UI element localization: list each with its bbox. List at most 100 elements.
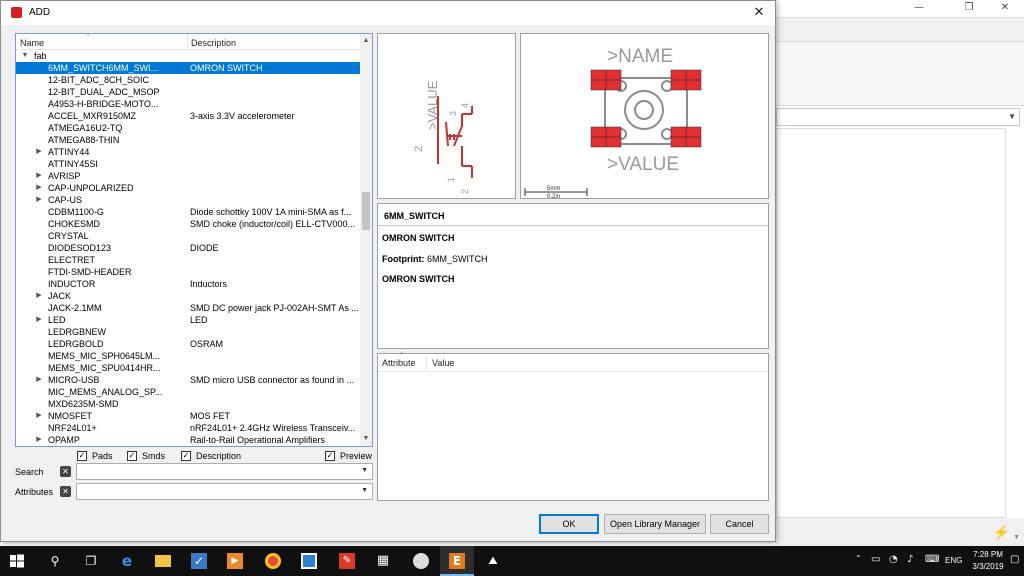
tree-row[interactable]: ▶ ATTINY44 [16, 146, 361, 158]
tree-row[interactable]: LEDRGBNEW [16, 326, 361, 338]
clear-search-icon[interactable]: ✕ [60, 466, 71, 477]
taskbar-calculator[interactable]: ▦ [366, 546, 400, 576]
scroll-down-icon[interactable]: ▼ [360, 432, 372, 446]
window-close-button[interactable]: ✕ [990, 0, 1020, 16]
clear-attributes-icon[interactable]: ✕ [60, 486, 71, 497]
tree-row[interactable]: ▶ LED LED [16, 314, 361, 326]
start-button[interactable] [0, 546, 34, 576]
dialog-titlebar[interactable]: ADD ✕ [1, 1, 775, 25]
column-header-attribute[interactable]: Attribute [382, 358, 416, 368]
tree-row[interactable]: MEMS_MIC_SPH0645LM... [16, 350, 361, 362]
tree-row[interactable]: JACK-2.1MM SMD DC power jack PJ-002AH-SMT… [16, 302, 361, 314]
background-layer-combo[interactable]: ▼ [776, 108, 1020, 126]
scroll-up-icon[interactable]: ▲ [360, 34, 372, 48]
row-name: CRYSTAL [48, 231, 89, 241]
checkmark-icon[interactable]: ✓ [127, 451, 137, 461]
taskbar-media-player[interactable]: ▶ [218, 546, 252, 576]
chevron-down-icon[interactable]: ▼ [1013, 534, 1020, 541]
keyboard-icon[interactable]: ⌨ [925, 554, 939, 565]
volume-icon[interactable]: ♪ [907, 554, 913, 565]
tree-row[interactable]: ATMEGA16U2-TQ [16, 122, 361, 134]
task-view-button[interactable]: ❐ [74, 546, 108, 576]
taskbar-search-button[interactable]: ⚲ [38, 546, 72, 576]
collapsed-arrow-icon[interactable]: ▶ [34, 182, 44, 194]
column-divider[interactable] [187, 35, 188, 48]
tree-row[interactable]: ▶ AVRISP [16, 170, 361, 182]
tree-row[interactable]: ELECTRET [16, 254, 361, 266]
row-name: ATMEGA16U2-TQ [48, 123, 123, 133]
notifications-icon[interactable]: ▢ [1010, 554, 1019, 565]
tree-row[interactable]: CHOKESMD SMD choke (inductor/coil) ELL-CT… [16, 218, 361, 230]
taskbar-app-mouse[interactable] [404, 546, 438, 576]
tree-row[interactable]: ▶ CAP-UNPOLARIZED [16, 182, 361, 194]
tree-row[interactable]: A4953-H-BRIDGE-MOTO... [16, 98, 361, 110]
column-header-description[interactable]: Description [191, 38, 236, 48]
wifi-icon[interactable]: ◔ [889, 554, 898, 565]
show-hidden-icons[interactable]: ⌃ [855, 554, 862, 563]
tree-scrollbar[interactable]: ▲ ▼ [360, 34, 372, 446]
checkmark-icon[interactable]: ✓ [77, 451, 87, 461]
library-tree[interactable]: Name ^ Description ▼ fab 6MM_SWITCH6MM_SWI… [15, 33, 373, 447]
collapsed-arrow-icon[interactable]: ▶ [34, 314, 44, 326]
open-library-manager-button[interactable]: Open Library Manager [604, 514, 706, 534]
scrollbar-thumb[interactable] [362, 192, 370, 230]
taskbar-app-frame[interactable] [292, 546, 326, 576]
lightning-icon[interactable]: ⚡ [993, 524, 1010, 541]
chevron-down-icon[interactable]: ▼ [361, 467, 368, 474]
taskbar-edge[interactable]: e [110, 546, 144, 576]
maximize-button[interactable]: ❐ [954, 0, 984, 16]
tree-row[interactable]: 6MM_SWITCH6MM_SWI... OMRON SWITCH [16, 62, 361, 74]
tree-row[interactable]: DIODESOD123 DIODE [16, 242, 361, 254]
collapsed-arrow-icon[interactable]: ▶ [34, 170, 44, 182]
tree-row[interactable]: ▶ JACK [16, 290, 361, 302]
taskbar-file-explorer[interactable] [146, 546, 180, 576]
minimize-button[interactable]: — [904, 0, 934, 16]
dialog-close-button[interactable]: ✕ [749, 3, 769, 23]
tree-row[interactable]: NRF24L01+ nRF24L01+ 2.4GHz Wireless Trans… [16, 422, 361, 434]
tree-row[interactable]: INDUCTOR Inductors [16, 278, 361, 290]
input-language[interactable]: ENG [945, 556, 962, 565]
tree-row[interactable]: ▶ CAP-US [16, 194, 361, 206]
checkmark-icon[interactable]: ✓ [325, 451, 335, 461]
attributes-input[interactable]: ▼ [76, 483, 373, 500]
column-divider[interactable] [426, 357, 427, 370]
tree-row[interactable]: ▶ OPAMP Rail-to-Rail Operational Amplifier… [16, 434, 361, 446]
taskbar-pdf-app[interactable]: ✎ [330, 546, 364, 576]
cancel-button[interactable]: Cancel [710, 514, 769, 534]
taskbar-app-check[interactable]: ✓ [182, 546, 216, 576]
collapsed-arrow-icon[interactable]: ▶ [34, 374, 44, 386]
battery-icon[interactable]: ▭ [871, 554, 880, 565]
chevron-down-icon[interactable]: ▼ [361, 487, 368, 494]
tree-row[interactable]: MEMS_MIC_SPU0414HR... [16, 362, 361, 374]
collapsed-arrow-icon[interactable]: ▶ [34, 434, 44, 446]
background-canvas[interactable] [776, 128, 1006, 518]
tree-row[interactable]: ATMEGA88-THIN [16, 134, 361, 146]
collapsed-arrow-icon[interactable]: ▶ [34, 146, 44, 158]
tree-row[interactable]: LEDRGBOLD OSRAM [16, 338, 361, 350]
tree-row[interactable]: ACCEL_MXR9150MZ 3-axis 3.3V accelerometer [16, 110, 361, 122]
column-header-name[interactable]: Name [20, 38, 44, 48]
tree-row[interactable]: 12-BIT_DUAL_ADC_MSOP [16, 86, 361, 98]
tree-row[interactable]: CDBM1100-G Diode schottky 100V 1A mini-SM… [16, 206, 361, 218]
taskbar-eagle[interactable]: E [440, 546, 474, 576]
expanded-arrow-icon[interactable]: ▼ [20, 50, 30, 62]
collapsed-arrow-icon[interactable]: ▶ [34, 194, 44, 206]
collapsed-arrow-icon[interactable]: ▶ [34, 410, 44, 422]
search-input[interactable]: ▼ [76, 463, 373, 480]
taskbar-chrome[interactable] [256, 546, 290, 576]
collapsed-arrow-icon[interactable]: ▶ [34, 290, 44, 302]
tree-row[interactable]: 12-BIT_ADC_8CH_SOIC [16, 74, 361, 86]
column-header-value[interactable]: Value [432, 358, 454, 368]
tree-row[interactable]: ▶ NMOSFET MOS FET [16, 410, 361, 422]
tree-row[interactable]: MXD6235M-SMD [16, 398, 361, 410]
tree-row[interactable]: ▶ MICRO-USB SMD micro USB connector as fou… [16, 374, 361, 386]
taskbar-photos[interactable]: ⛰ [476, 546, 510, 576]
tree-group-row[interactable]: ▼ fab [16, 50, 361, 62]
ok-button[interactable]: OK [539, 514, 599, 534]
checkmark-icon[interactable]: ✓ [181, 451, 191, 461]
tree-row[interactable]: CRYSTAL [16, 230, 361, 242]
tree-row[interactable]: MIC_MEMS_ANALOG_SP... [16, 386, 361, 398]
tree-row[interactable]: ATTINY45SI [16, 158, 361, 170]
tree-row[interactable]: FTDI-SMD-HEADER [16, 266, 361, 278]
system-clock[interactable]: 7:28 PM 3/3/2019 [966, 549, 1010, 573]
